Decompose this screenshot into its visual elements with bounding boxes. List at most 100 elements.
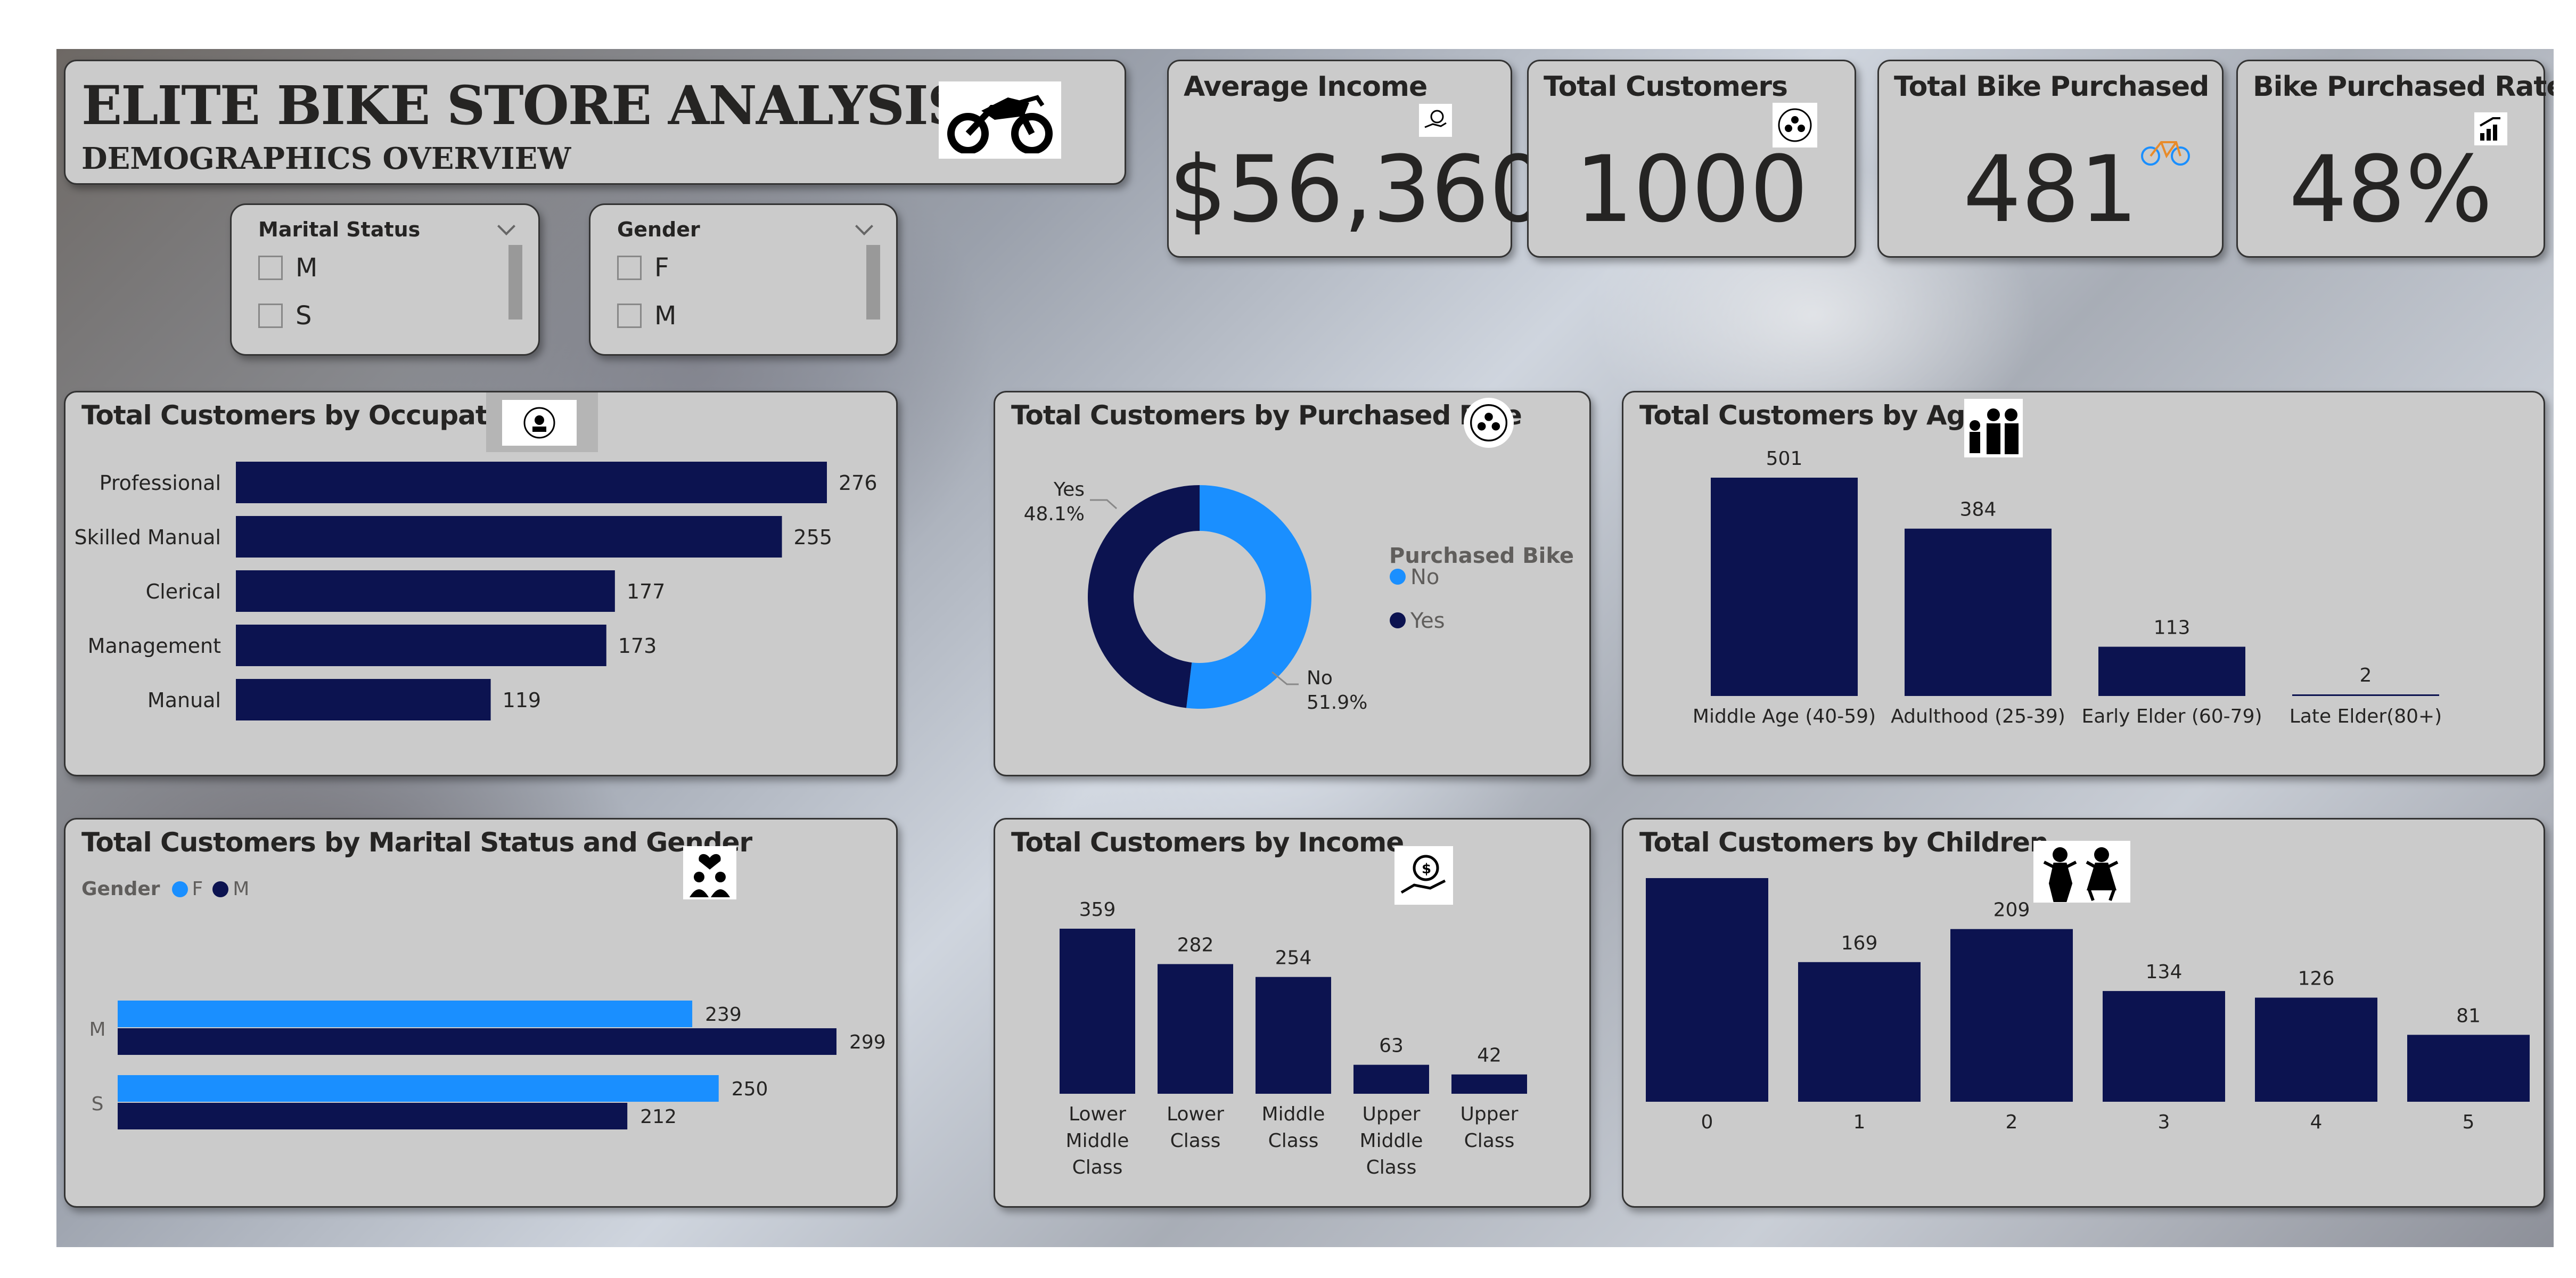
kpi-title: Bike Purchased Rate <box>2253 71 2554 103</box>
data-label: 81 <box>2456 1005 2481 1027</box>
category-label: 3 <box>2158 1111 2170 1133</box>
occupation-bar-chart: Professional 276 Skilled Manual 255 Clerical… <box>75 462 877 720</box>
category-label: Upper <box>1362 1103 1420 1125</box>
legend-swatch <box>1390 569 1406 585</box>
bar <box>118 1075 719 1102</box>
kpi-value: $56,360 <box>1169 136 1548 243</box>
purchased-donut-chart: No51.9%Yes48.1%NoYes <box>1024 479 1445 714</box>
checkbox-option[interactable]: F <box>617 253 669 283</box>
data-label: 42 <box>1477 1045 1502 1067</box>
motorcycle-icon <box>939 81 1061 159</box>
income-chart-card: Total Customers by Income $ 359 Lower Midd… <box>994 818 1591 1208</box>
category-label: M <box>89 1019 105 1041</box>
data-label: 299 <box>849 1031 886 1053</box>
bar <box>1451 1074 1527 1094</box>
data-label: 282 <box>1177 934 1214 956</box>
category-label: Late Elder(80+) <box>2290 706 2442 727</box>
slice-pct: 51.9% <box>1307 692 1367 714</box>
category-label: Lower <box>1069 1103 1126 1125</box>
kpi-value: 48% <box>2288 136 2493 243</box>
checkbox-option[interactable]: S <box>258 301 311 331</box>
kpi-value: 1000 <box>1575 136 1808 243</box>
gender-slicer[interactable]: Gender F M <box>589 203 898 356</box>
checkbox[interactable] <box>258 256 283 280</box>
worker-icon <box>502 400 577 446</box>
chart-legend: Gender F M <box>81 878 249 900</box>
data-label: 359 <box>1079 899 1116 921</box>
marital-status-slicer[interactable]: Marital Status M S <box>230 203 540 356</box>
page-title: ELITE BIKE STORE ANALYSIS <box>81 74 966 137</box>
data-label: 501 <box>1766 451 1803 470</box>
data-label: 2 <box>2360 665 2372 686</box>
bar <box>1950 929 2073 1102</box>
scrollbar[interactable] <box>508 245 522 320</box>
legend-title: Gender <box>81 878 160 900</box>
data-label: 239 <box>705 1004 742 1026</box>
scrollbar[interactable] <box>866 245 880 320</box>
header-card: ELITE BIKE STORE ANALYSIS DEMOGRAPHICS O… <box>64 60 1126 185</box>
checkbox-label: F <box>654 253 669 283</box>
chart-title: Total Customers by Children <box>1639 827 2048 858</box>
category-label: Clerical <box>146 580 221 603</box>
kpi-bike-purchased-rate: Bike Purchased Rate 48% <box>2236 60 2554 258</box>
category-label: Manual <box>147 689 221 712</box>
data-label: 126 <box>2298 968 2335 989</box>
checkbox-label: M <box>654 301 677 331</box>
category-label: Class <box>1072 1157 1123 1178</box>
chevron-down-icon[interactable] <box>497 217 515 235</box>
data-label: 384 <box>1960 499 1997 521</box>
checkbox-option[interactable]: M <box>617 301 676 331</box>
category-label: Class <box>1464 1130 1515 1152</box>
legend-label-m: M <box>233 878 250 900</box>
data-label: 134 <box>2146 961 2183 983</box>
legend-label-f: F <box>192 878 203 900</box>
kpi-title: Average Income <box>1184 71 1428 103</box>
bar <box>118 1001 693 1027</box>
checkbox[interactable] <box>258 304 283 328</box>
bar <box>118 1103 628 1129</box>
occupation-chart-card: Total Customers by Occupation Profession… <box>64 391 898 776</box>
kpi-value: 481 <box>1963 136 2138 243</box>
legend-title: Purchased Bike <box>1389 544 1574 568</box>
leader-line <box>1090 499 1117 510</box>
bar <box>1711 478 1858 696</box>
kpi-total-bike-purchased: Total Bike Purchased 481 <box>1877 60 2224 258</box>
bar <box>1905 528 2052 696</box>
marital-gender-bar-chart: M 239 299 S 250 212 <box>89 1001 886 1129</box>
bar <box>118 1028 836 1055</box>
slice-label: Yes <box>1053 479 1085 501</box>
chevron-down-icon[interactable] <box>855 217 873 235</box>
bar <box>236 679 491 720</box>
data-label: 119 <box>503 689 542 712</box>
bar <box>236 570 615 612</box>
slicer-title: Gender <box>617 218 700 241</box>
checkbox[interactable] <box>617 256 642 280</box>
data-label: 169 <box>1841 932 1878 954</box>
bar <box>1353 1064 1429 1094</box>
category-label: Lower <box>1167 1103 1224 1125</box>
checkbox[interactable] <box>617 304 642 328</box>
children-bar-chart: 28101691209213431264815 <box>1646 878 2530 1133</box>
data-label: 63 <box>1379 1035 1404 1057</box>
category-label: Middle <box>1066 1130 1129 1152</box>
data-label: 254 <box>1275 947 1312 969</box>
people-target-icon <box>1464 398 1514 448</box>
data-label: 250 <box>732 1078 768 1100</box>
legend-label: Yes <box>1410 609 1445 633</box>
bar <box>2103 991 2225 1102</box>
data-label: 173 <box>618 634 657 658</box>
kpi-title: Total Customers <box>1544 71 1788 103</box>
checkbox-label: M <box>296 253 318 283</box>
legend-swatch-f <box>171 881 188 897</box>
data-label: 255 <box>794 526 833 549</box>
legend-swatch-m <box>212 881 229 897</box>
category-label: Class <box>1268 1130 1319 1152</box>
bar <box>1256 977 1331 1094</box>
category-label: S <box>92 1093 104 1115</box>
category-label: Adulthood (25-39) <box>1891 706 2065 727</box>
bar <box>1646 878 1768 1102</box>
bar <box>236 625 606 666</box>
category-label: Skilled Manual <box>75 526 221 549</box>
bar <box>2292 694 2439 696</box>
checkbox-option[interactable]: M <box>258 253 317 283</box>
